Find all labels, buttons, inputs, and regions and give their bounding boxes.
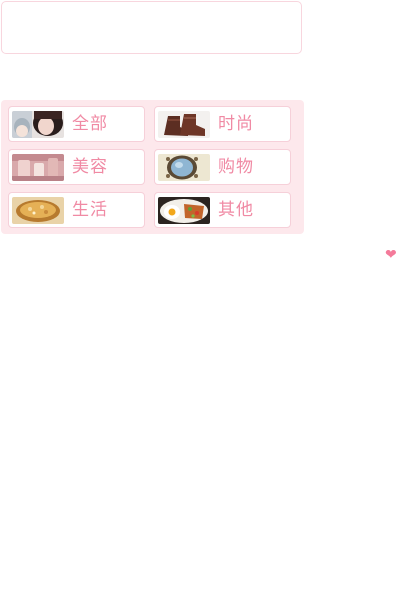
category-shopping-button[interactable]: 购物 <box>154 149 291 185</box>
food-bowl-photo-thumbnail <box>12 197 64 224</box>
category-all-button[interactable]: 全部 <box>8 106 145 142</box>
cosmetics-photo-thumbnail <box>12 154 64 181</box>
category-shopping-label: 购物 <box>218 157 254 177</box>
top-empty-panel <box>1 1 302 54</box>
boots-photo-thumbnail <box>158 111 210 138</box>
category-beauty-button[interactable]: 美容 <box>8 149 145 185</box>
portrait-photo-thumbnail <box>12 111 64 138</box>
category-fashion-label: 时尚 <box>218 114 254 134</box>
category-other-label: 其他 <box>218 200 254 220</box>
page: 全部 时尚 美容 购物 生活 其他 ❤ <box>0 0 400 600</box>
category-beauty-label: 美容 <box>72 157 108 177</box>
mirror-photo-thumbnail <box>158 154 210 181</box>
category-fashion-button[interactable]: 时尚 <box>154 106 291 142</box>
category-other-button[interactable]: 其他 <box>154 192 291 228</box>
category-life-button[interactable]: 生活 <box>8 192 145 228</box>
category-panel: 全部 时尚 美容 购物 生活 其他 <box>1 100 304 234</box>
category-life-label: 生活 <box>72 200 108 220</box>
breakfast-plate-photo-thumbnail <box>158 197 210 224</box>
category-all-label: 全部 <box>72 114 108 134</box>
heart-icon[interactable]: ❤ <box>385 248 397 262</box>
